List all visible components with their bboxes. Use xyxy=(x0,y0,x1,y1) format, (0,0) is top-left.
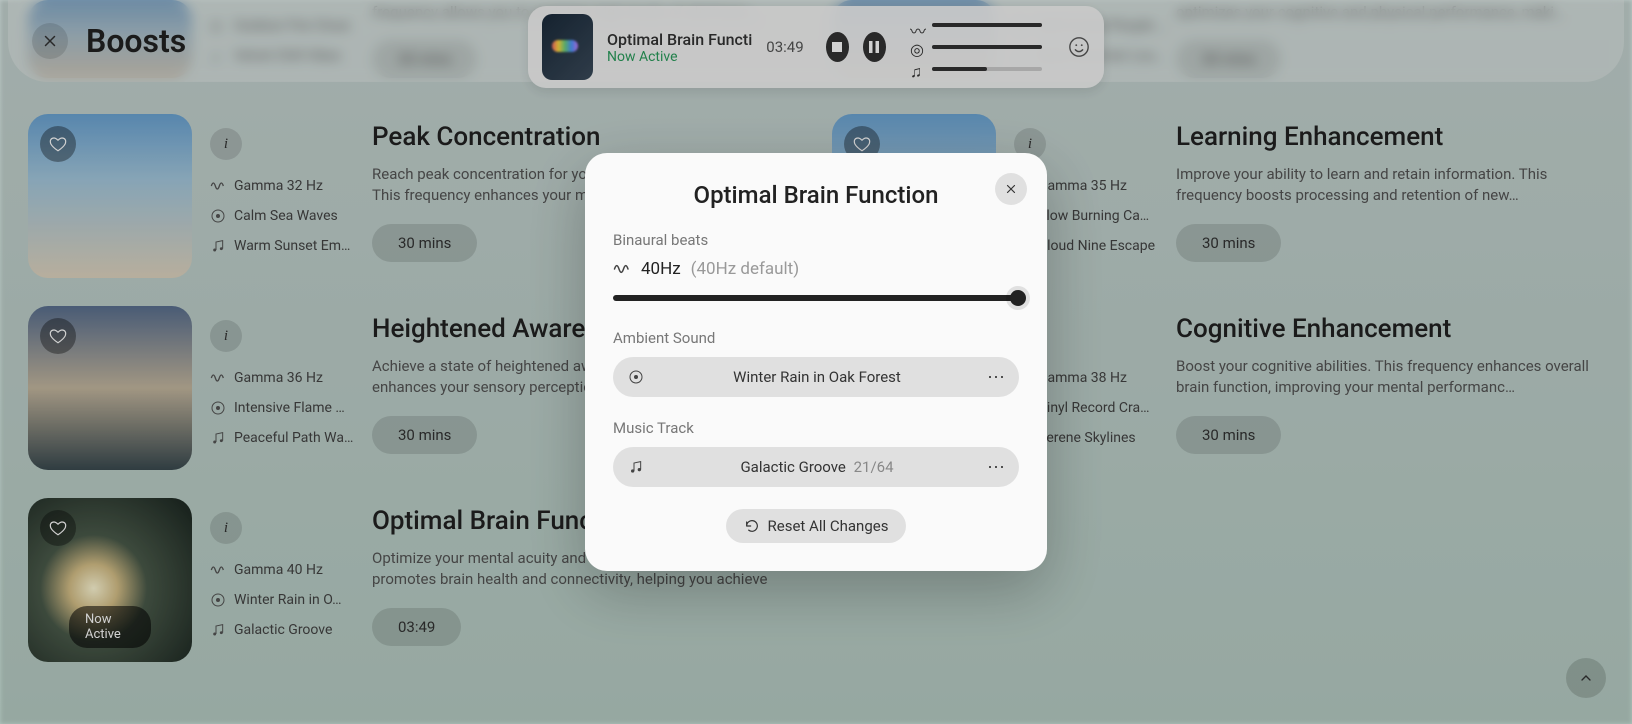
music-selected: Galactic Groove 21/64 xyxy=(647,458,987,476)
refresh-icon xyxy=(744,518,760,534)
ambient-selected: Winter Rain in Oak Forest xyxy=(647,368,987,386)
ambient-section-label: Ambient Sound xyxy=(613,329,1019,347)
binaural-freq-value: 40Hz xyxy=(641,259,681,279)
more-icon[interactable]: ⋯ xyxy=(987,367,1007,388)
binaural-section-label: Binaural beats xyxy=(613,231,1019,249)
reset-all-button[interactable]: Reset All Changes xyxy=(726,509,907,543)
binaural-slider[interactable] xyxy=(613,295,1019,301)
music-icon xyxy=(625,459,647,475)
more-icon[interactable]: ⋯ xyxy=(987,457,1007,478)
modal-close-button[interactable] xyxy=(995,173,1027,205)
close-icon xyxy=(1004,182,1018,196)
binaural-freq-default: (40Hz default) xyxy=(691,259,799,279)
target-icon xyxy=(625,369,647,385)
modal-overlay[interactable]: Optimal Brain Function Binaural beats 40… xyxy=(0,0,1632,724)
modal-dialog: Optimal Brain Function Binaural beats 40… xyxy=(585,153,1047,571)
music-section-label: Music Track xyxy=(613,419,1019,437)
modal-title: Optimal Brain Function xyxy=(613,181,1019,209)
music-option-row[interactable]: Galactic Groove 21/64 ⋯ xyxy=(613,447,1019,487)
wave-icon xyxy=(613,260,631,278)
slider-knob[interactable] xyxy=(1010,290,1026,306)
ambient-option-row[interactable]: Winter Rain in Oak Forest ⋯ xyxy=(613,357,1019,397)
